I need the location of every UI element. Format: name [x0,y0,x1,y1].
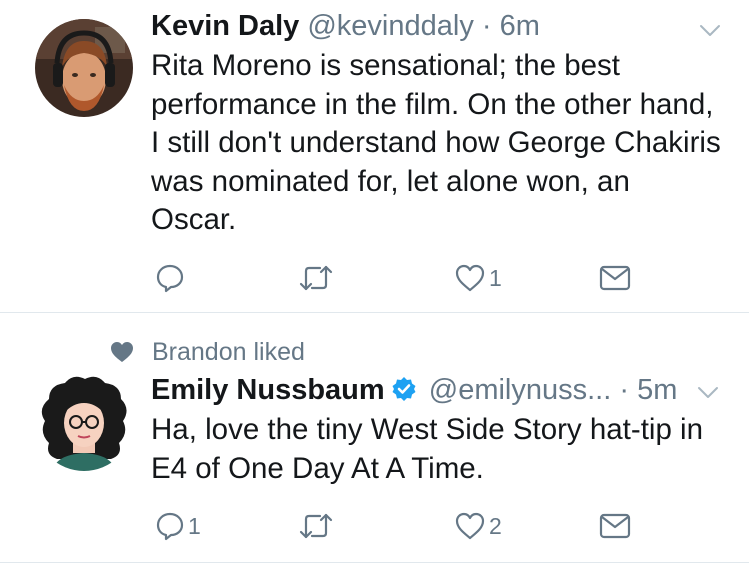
tweet-header: Kevin Daly @kevinddaly · 6m [151,9,540,43]
tweet-actions: 1 [151,260,641,296]
tweet[interactable]: Kevin Daly @kevinddaly · 6m Rita Moreno … [0,0,749,312]
retweet-icon [299,265,333,291]
direct-message-icon [599,265,631,291]
reply-count: 1 [188,512,201,539]
like-count: 2 [489,512,502,539]
caret-down-icon[interactable] [697,386,719,400]
like-button[interactable]: 1 [454,260,502,296]
author-handle[interactable]: @kevinddaly [307,10,473,42]
author-name[interactable]: Kevin Daly [151,10,299,42]
tweet-text: Rita Moreno is sensational; the best per… [151,49,721,237]
direct-message-icon [599,513,631,539]
heart-filled-icon [111,342,133,362]
social-context-label: Brandon liked [152,337,305,366]
separator: · [481,10,492,42]
reply-button[interactable]: 1 [155,508,201,544]
tweet-actions: 1 2 [151,508,641,544]
reply-icon [156,264,184,293]
timestamp[interactable]: 6m [500,10,540,42]
avatar[interactable] [35,373,133,471]
direct-message-button[interactable] [599,260,631,296]
like-count: 1 [489,264,502,291]
like-icon [455,264,485,292]
direct-message-button[interactable] [599,508,631,544]
verified-icon [391,376,417,410]
reply-button[interactable] [155,260,188,296]
social-context[interactable]: Brandon liked [110,337,305,367]
retweet-icon [299,513,333,539]
like-icon [455,512,485,540]
separator: · [619,374,630,406]
retweet-button[interactable] [298,508,334,544]
avatar[interactable] [35,19,133,117]
caret-down-icon[interactable] [699,24,721,38]
retweet-button[interactable] [298,260,334,296]
tweet-divider [0,562,749,563]
tweet-header: Emily Nussbaum @emilynuss... · 5m [151,373,677,410]
author-handle[interactable]: @emilynuss... [429,374,612,406]
author-name[interactable]: Emily Nussbaum [151,374,385,406]
reply-icon [156,512,184,541]
timestamp[interactable]: 5m [637,374,677,406]
tweet-text: Ha, love the tiny West Side Story hat-ti… [151,413,704,485]
like-button[interactable]: 2 [454,508,502,544]
tweet[interactable]: Brandon liked Emily Nussbaum @emilynuss.… [0,313,749,564]
